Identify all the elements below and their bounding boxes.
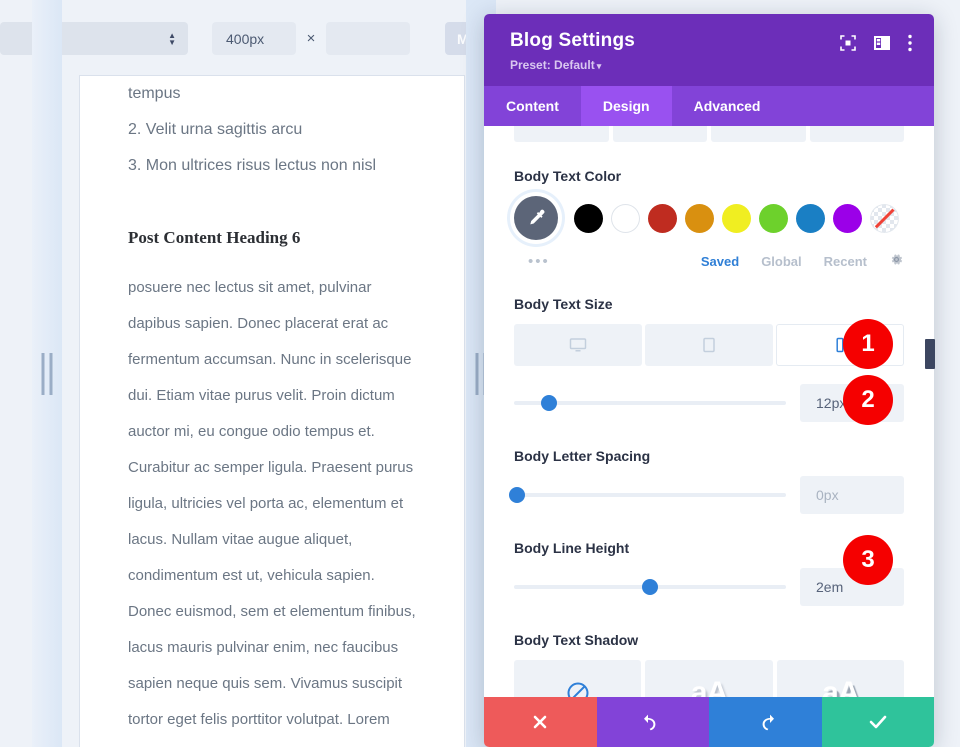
list-item: 2. Velit urna sagittis arcu [128,121,303,138]
align-left-button[interactable] [514,126,609,142]
eyedropper-icon[interactable] [514,196,558,240]
preview-width-input[interactable]: 400px [212,22,296,55]
align-justify-button[interactable] [809,126,904,142]
text-shadow-soft-button[interactable]: aA [645,660,773,697]
text-shadow-preview: aA [690,676,728,697]
post-content-paragraph: posuere nec lectus sit amet, pulvinar da… [128,279,416,728]
tab-content[interactable]: Content [484,86,581,126]
body-letter-spacing-label: Body Letter Spacing [514,448,651,464]
gear-icon[interactable] [889,252,904,270]
align-right-button[interactable] [711,126,806,142]
chevron-down-icon: ▾ [596,61,602,71]
kebab-menu-icon[interactable] [908,34,912,52]
list-item: 3. Mon ultrices risus lectus non nisl [128,157,377,174]
body-text-color-swatches [514,196,904,240]
list-item: tempus [128,85,181,102]
device-desktop-button[interactable] [514,324,642,366]
modal-header-icons [840,30,912,52]
color-swatch-black[interactable] [574,203,603,233]
body-letter-spacing-value[interactable]: 0px [800,476,904,514]
modal-scrollbar-thumb[interactable] [925,339,935,369]
body-text-size-label: Body Text Size [514,296,613,312]
panel-layout-icon[interactable] [874,35,890,51]
modal-footer [484,697,934,747]
body-line-height-slider-row: 2em [514,568,904,606]
cancel-button[interactable] [484,697,597,747]
body-text-shadow-options: aA aA [514,660,904,697]
annotation-badge-3: 3 [843,535,893,585]
align-center-button[interactable] [612,126,707,142]
resize-handle-left[interactable] [32,0,62,747]
tab-design[interactable]: Design [580,86,672,126]
preset-selector[interactable]: Preset: Default ▾ [510,58,635,72]
body-letter-spacing-slider[interactable] [508,484,786,506]
post-content-heading: Post Content Heading 6 [128,228,301,247]
modal-title: Blog Settings [510,30,636,51]
color-palette-meta: ••• Saved Global Recent [514,252,904,270]
color-swatch-white[interactable] [611,203,640,233]
body-letter-spacing-slider-row: 0px [508,476,904,514]
chevron-updown-icon: ▲ ▼ [168,30,176,47]
palette-tab-saved[interactable]: Saved [701,254,739,269]
palette-tab-global[interactable]: Global [761,254,801,269]
annotation-badge-2: 2 [843,375,893,425]
slider-knob[interactable] [642,579,658,595]
color-swatch-transparent[interactable] [870,203,899,233]
body-line-height-slider[interactable] [514,576,786,598]
slider-knob[interactable] [508,487,525,503]
body-text-shadow-label: Body Text Shadow [514,632,639,648]
modal-tabs: Content Design Advanced [484,86,934,126]
body-text-color-label: Body Text Color [514,168,622,184]
palette-tabs: Saved Global Recent [701,252,904,270]
text-shadow-hard-button[interactable]: aA [776,660,904,697]
save-button[interactable] [821,697,934,747]
focus-frame-icon[interactable] [840,35,856,51]
color-swatch-dark-red[interactable] [648,203,677,233]
text-shadow-none-button[interactable] [514,660,642,697]
slider-knob[interactable] [541,395,558,411]
color-swatch-green[interactable] [759,203,788,233]
app-root: ▲▼ 400px × Mak tempus 2. Velit urna sagi… [0,0,960,747]
preview-height-input[interactable] [326,22,410,55]
more-colors-button[interactable]: ••• [528,253,550,270]
text-alignment-row [514,126,904,142]
annotation-badge-1: 1 [843,319,893,369]
dimension-separator: × [306,30,316,47]
body-text-size-slider[interactable] [514,392,786,414]
color-swatch-purple[interactable] [833,203,862,233]
palette-tab-recent[interactable]: Recent [824,254,867,269]
slider-track [514,493,786,497]
modal-header: Blog Settings Preset: Default ▾ [484,14,934,86]
tab-advanced[interactable]: Advanced [672,86,783,126]
device-tablet-button[interactable] [645,324,773,366]
color-swatch-blue[interactable] [796,203,825,233]
redo-button[interactable] [709,697,822,747]
preset-label: Preset: Default [510,58,595,72]
page-preview-content: tempus 2. Velit urna sagittis arcu 3. Mo… [80,76,464,747]
color-swatch-orange[interactable] [685,203,714,233]
text-shadow-preview: aA [822,676,859,697]
undo-button[interactable] [596,697,709,747]
grip-icon [41,352,53,395]
color-swatch-yellow[interactable] [722,203,751,233]
preview-preset-select[interactable]: ▲ ▼ [0,22,188,55]
